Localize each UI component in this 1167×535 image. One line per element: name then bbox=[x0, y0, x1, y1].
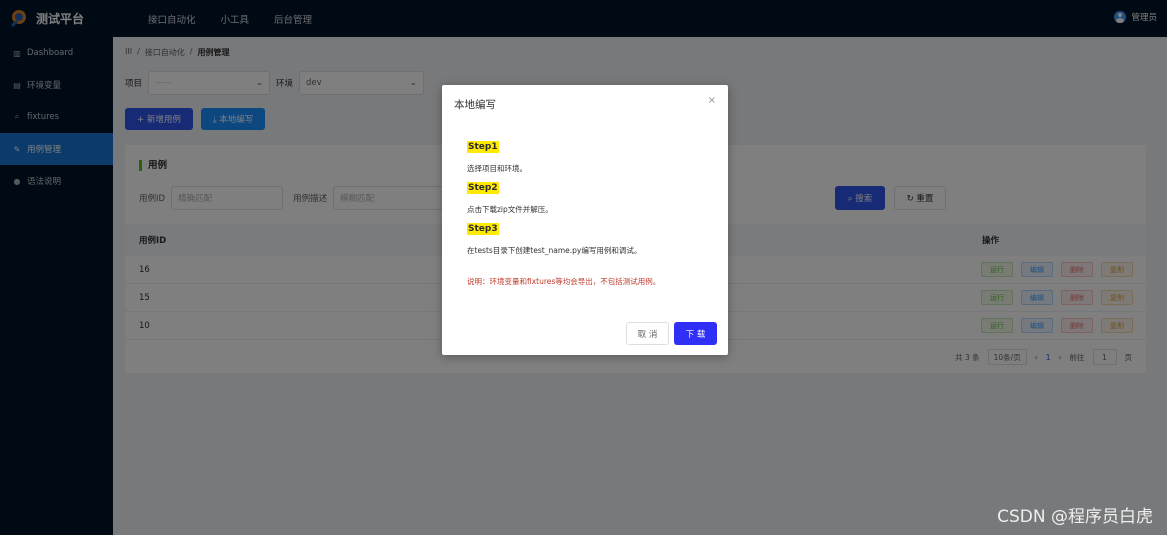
close-icon[interactable]: × bbox=[708, 95, 716, 106]
step3-heading: Step3 bbox=[467, 223, 499, 235]
export-note: 说明：环境变量和fixtures等均会导出，不包括测试用例。 bbox=[467, 277, 661, 286]
step2-description: 点击下载zip文件并解压。 bbox=[467, 205, 553, 214]
cancel-button[interactable]: 取 消 bbox=[626, 322, 669, 345]
step2-heading: Step2 bbox=[467, 182, 499, 194]
local-write-dialog: 本地编写 × Step1 选择项目和环境。 Step2 点击下载zip文件并解压… bbox=[442, 85, 728, 355]
watermark: CSDN @程序员白虎 bbox=[997, 507, 1153, 527]
download-button[interactable]: 下 载 bbox=[674, 322, 717, 345]
dialog-title: 本地编写 bbox=[454, 99, 496, 111]
step1-heading: Step1 bbox=[467, 141, 499, 153]
step1-description: 选择项目和环境。 bbox=[467, 164, 527, 173]
step3-description: 在tests目录下创建test_name.py编写用例和调试。 bbox=[467, 246, 642, 255]
